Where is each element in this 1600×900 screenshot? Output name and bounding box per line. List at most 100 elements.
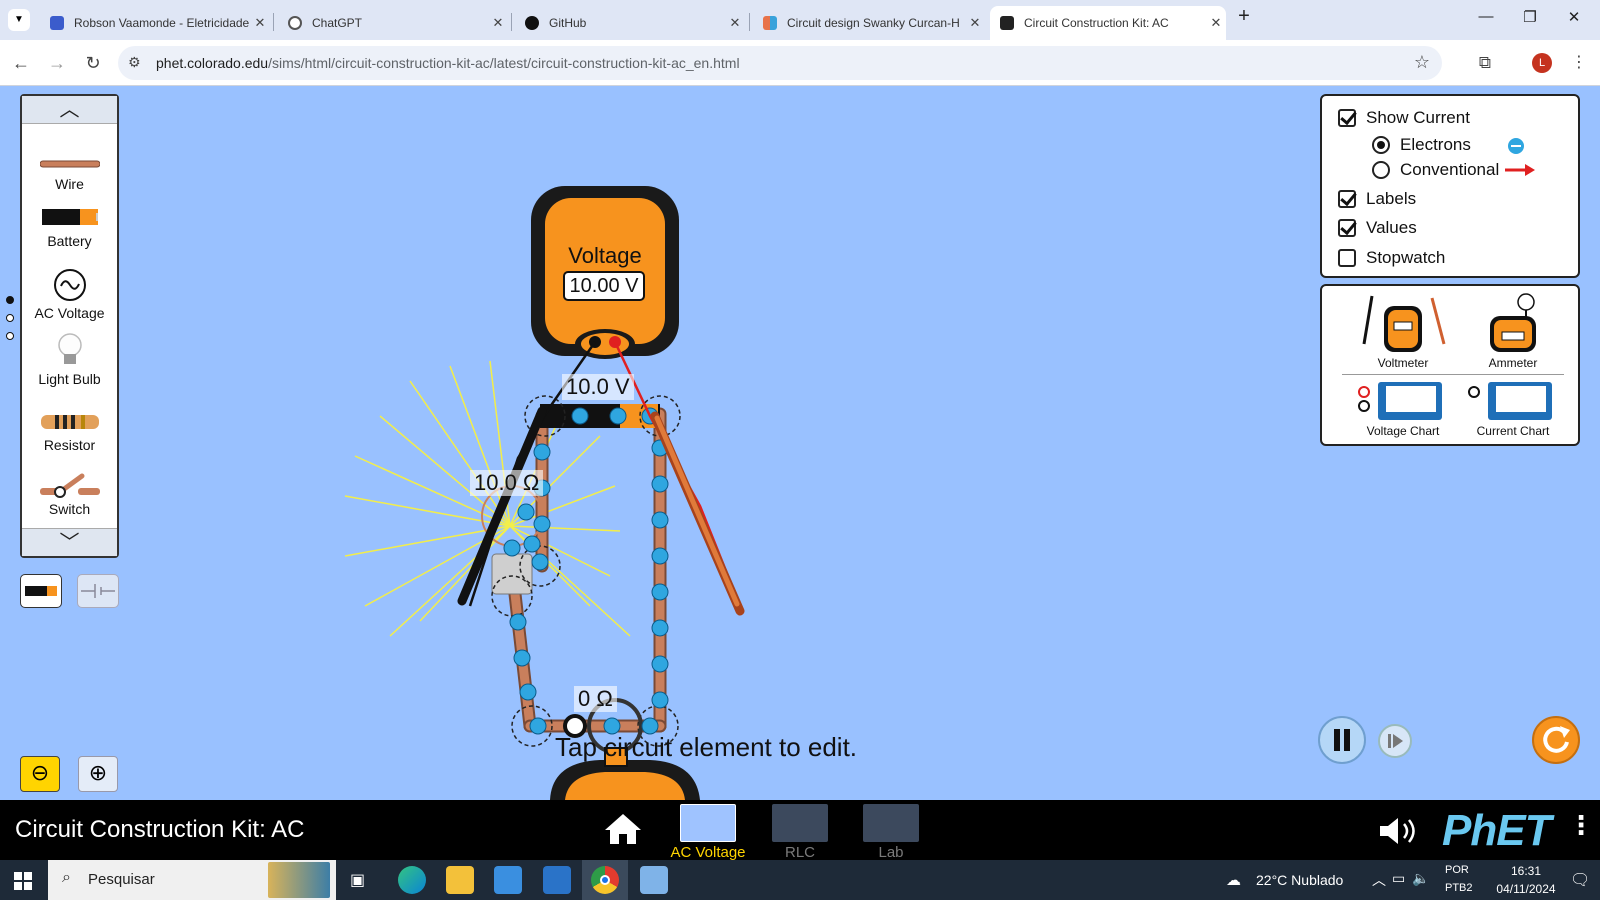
tab-separator xyxy=(511,13,512,31)
lab-thumbnail xyxy=(863,804,919,842)
weather-text[interactable]: 22°C Nublado xyxy=(1256,872,1343,888)
restore-icon[interactable]: ❐ xyxy=(1510,8,1550,26)
labels-checkbox[interactable]: Labels xyxy=(1338,189,1416,209)
tab-separator xyxy=(749,13,750,31)
electron-icon xyxy=(1508,138,1524,154)
ammeter-tool-label: Ammeter xyxy=(1488,356,1538,370)
language-code[interactable]: POR xyxy=(1445,864,1469,876)
url-field[interactable]: ⚙ phet.colorado.edu/sims/html/circuit-co… xyxy=(118,46,1442,80)
red-probe-highlight xyxy=(654,415,740,607)
browser-tab-chatgpt[interactable]: ChatGPT ✕ xyxy=(278,6,508,40)
values-checkbox[interactable]: Values xyxy=(1338,218,1417,238)
search-icon: ⌕ xyxy=(62,869,71,886)
radio-unselected-icon xyxy=(1372,161,1390,179)
windows-taskbar: ⌕ Pesquisar ▣ ☁ 22°C Nublado ︿ ▭ 🔈 POR P… xyxy=(0,860,1600,900)
close-tab-icon[interactable]: ✕ xyxy=(1206,15,1226,31)
file-explorer-icon[interactable] xyxy=(446,866,474,894)
edit-hint-text: Tap circuit element to edit. xyxy=(555,732,858,762)
voltmeter-reading: 10.00 V xyxy=(563,271,645,301)
voltage-chart-icon[interactable] xyxy=(1358,380,1444,422)
network-icon[interactable]: ▭ xyxy=(1392,870,1405,887)
reload-icon[interactable]: ↻ xyxy=(80,50,106,76)
site-info-icon[interactable]: ⚙ xyxy=(128,54,141,71)
browser-tab-circuit-design[interactable]: Circuit design Swanky Curcan-H ✕ xyxy=(753,6,985,40)
browser-tab-bar: ▼ Robson Vaamonde - Eletricidade ✕ ChatG… xyxy=(0,0,1600,40)
step-forward-button[interactable] xyxy=(1378,724,1412,758)
clock-time[interactable]: 16:31 xyxy=(1496,864,1556,878)
step-forward-icon xyxy=(1388,734,1403,748)
home-icon[interactable] xyxy=(604,812,642,846)
pause-icon xyxy=(1334,729,1350,751)
profile-avatar[interactable]: L xyxy=(1532,53,1552,73)
forward-icon[interactable]: → xyxy=(44,50,70,76)
checkbox-checked-icon xyxy=(1338,109,1356,127)
tab-title: ChatGPT xyxy=(312,16,363,30)
chrome-icon-center xyxy=(600,875,610,885)
chrome-taskbar-button[interactable] xyxy=(582,860,628,900)
ammeter-icon[interactable] xyxy=(1488,292,1538,354)
store-icon[interactable] xyxy=(494,866,522,894)
new-tab-button[interactable]: + xyxy=(1224,5,1264,28)
voltmeter-tool-label: Voltmeter xyxy=(1377,356,1429,370)
close-tab-icon[interactable]: ✕ xyxy=(725,15,745,31)
app-icon[interactable] xyxy=(640,866,668,894)
weather-icon[interactable]: ☁ xyxy=(1226,871,1241,889)
notifications-icon[interactable]: 🗨 xyxy=(1570,870,1590,890)
clock-date[interactable]: 04/11/2024 xyxy=(1482,882,1570,896)
screen-button-ac-voltage[interactable]: AC Voltage xyxy=(668,804,748,861)
browser-tab-robson[interactable]: Robson Vaamonde - Eletricidade ✕ xyxy=(40,6,270,40)
light-bulb-base[interactable] xyxy=(491,553,533,595)
checkbox-checked-icon xyxy=(1338,190,1356,208)
taskbar-search-box[interactable]: ⌕ Pesquisar xyxy=(48,860,336,900)
browser-menu-icon[interactable]: ⋮ xyxy=(1566,50,1592,76)
circuit-wires[interactable] xyxy=(508,407,667,733)
phet-logo[interactable]: PhET xyxy=(1442,806,1551,856)
screen-button-lab[interactable]: Lab xyxy=(851,804,931,861)
reset-all-button[interactable] xyxy=(1532,716,1580,764)
show-current-checkbox[interactable]: Show Current xyxy=(1338,108,1470,128)
keyboard-layout[interactable]: PTB2 xyxy=(1445,882,1473,894)
phet-menu-icon[interactable]: ⋮ xyxy=(1568,810,1594,841)
chatgpt-favicon-icon xyxy=(288,16,302,30)
extensions-icon[interactable]: ⧉ xyxy=(1472,50,1498,76)
tab-title: Circuit Construction Kit: AC xyxy=(1024,16,1169,30)
current-chart-icon[interactable] xyxy=(1468,380,1554,422)
tab-title: Robson Vaamonde - Eletricidade xyxy=(74,16,250,30)
volume-icon[interactable]: 🔈 xyxy=(1412,870,1429,887)
minimize-icon[interactable]: — xyxy=(1466,8,1506,25)
ac-voltage-thumbnail xyxy=(680,804,736,842)
browser-tab-cck-ac[interactable]: Circuit Construction Kit: AC ✕ xyxy=(990,6,1226,40)
bookmark-star-icon[interactable]: ☆ xyxy=(1414,52,1430,73)
close-tab-icon[interactable]: ✕ xyxy=(250,15,270,31)
show-current-label: Show Current xyxy=(1366,108,1470,127)
browser-tab-github[interactable]: GitHub ✕ xyxy=(515,6,745,40)
stopwatch-checkbox[interactable]: Stopwatch xyxy=(1338,248,1445,268)
labels-label: Labels xyxy=(1366,189,1417,208)
close-window-icon[interactable]: ✕ xyxy=(1554,8,1594,26)
windows-start-icon[interactable] xyxy=(14,872,32,890)
sound-icon[interactable] xyxy=(1378,816,1422,846)
close-tab-icon[interactable]: ✕ xyxy=(488,15,508,31)
mail-icon[interactable] xyxy=(543,866,571,894)
electrons-radio[interactable]: Electrons xyxy=(1372,135,1471,155)
github-favicon-icon xyxy=(525,16,539,30)
radio-selected-icon xyxy=(1372,136,1390,154)
task-view-icon[interactable]: ▣ xyxy=(350,870,365,890)
edge-icon[interactable] xyxy=(398,866,426,894)
conventional-radio[interactable]: Conventional xyxy=(1372,160,1499,180)
voltmeter-icon[interactable] xyxy=(1358,294,1448,356)
tray-chevron-icon[interactable]: ︿ xyxy=(1372,870,1386,890)
red-arrow-icon xyxy=(1505,164,1535,176)
screen-button-rlc[interactable]: RLC xyxy=(760,804,840,861)
voltmeter-title: Voltage xyxy=(568,243,642,268)
voltage-chart-tool-label: Voltage Chart xyxy=(1366,424,1440,438)
sim-title: Circuit Construction Kit: AC xyxy=(15,816,305,843)
electrons-label: Electrons xyxy=(1400,135,1471,154)
close-tab-icon[interactable]: ✕ xyxy=(965,15,985,31)
reset-icon xyxy=(1543,726,1570,753)
conventional-label: Conventional xyxy=(1400,160,1500,179)
play-pause-button[interactable] xyxy=(1318,716,1366,764)
tab-separator xyxy=(273,13,274,31)
tab-list-button[interactable]: ▼ xyxy=(8,9,30,31)
back-icon[interactable]: ← xyxy=(8,50,34,76)
